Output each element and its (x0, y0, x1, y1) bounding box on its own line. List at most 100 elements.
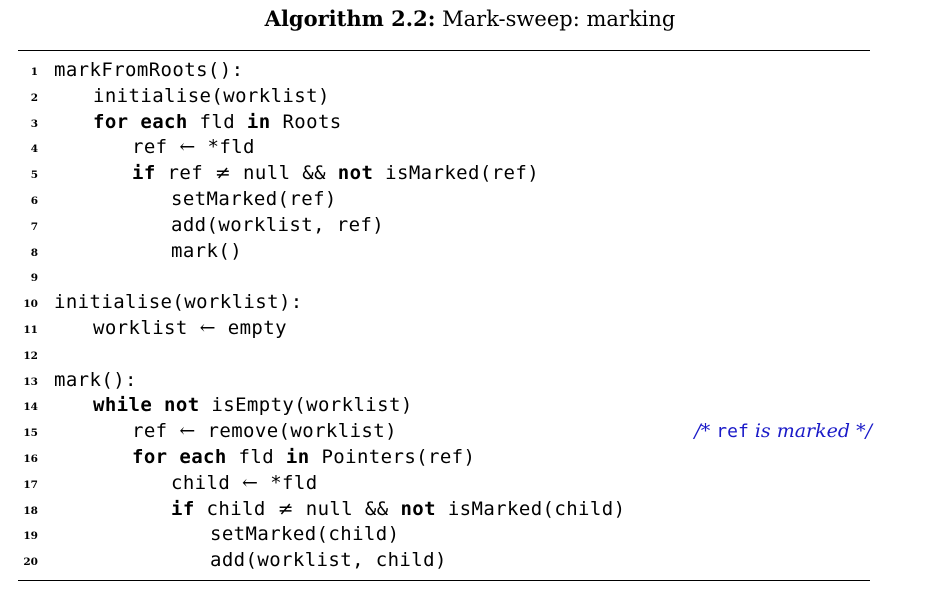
line-number: 9 (30, 272, 38, 285)
code-text: for each fld in Roots (54, 110, 342, 136)
operator: ← (179, 136, 196, 159)
comment-text: is marked (748, 420, 857, 443)
code-text: ref ← remove(worklist) (54, 419, 397, 445)
inline-comment: /* ref is marked */ (694, 419, 872, 445)
line-number: 7 (30, 220, 38, 233)
line-number: 6 (30, 194, 38, 207)
code-line: 7 add(worklist, ref) (0, 213, 940, 239)
keyword: for each (93, 110, 188, 133)
line-number: 18 (23, 504, 38, 517)
line-number: 3 (30, 117, 38, 130)
code-token: empty (215, 316, 287, 339)
code-line: 18 if child ≠ null && not isMarked(child) (0, 497, 940, 523)
caption-label: Algorithm 2.2: (264, 6, 436, 31)
code-line: 19 setMarked(child) (0, 522, 940, 548)
code-text: child ← *fld (54, 471, 318, 497)
code-line: 9 (0, 264, 940, 290)
code-text: setMarked(child) (54, 522, 399, 548)
code-line: 8 mark() (0, 239, 940, 265)
code-token: null && (293, 497, 401, 520)
code-token: remove(worklist) (195, 420, 397, 443)
comment-code: ref (716, 421, 749, 443)
code-token: ref (132, 136, 180, 159)
keyword: not (400, 497, 436, 520)
code-text: ref ← *fld (54, 135, 255, 161)
code-text: for each fld in Pointers(ref) (54, 445, 475, 471)
keyword: in (285, 445, 310, 468)
code-text: if child ≠ null && not isMarked(child) (54, 497, 625, 523)
code-line: 1 markFromRoots(): (0, 58, 940, 84)
line-number: 1 (30, 66, 38, 78)
keyword: for each (132, 445, 227, 468)
code-token: mark(): (54, 368, 137, 391)
code-token: child (194, 497, 278, 520)
code-text: mark(): (54, 368, 137, 394)
code-text: initialise(worklist) (54, 84, 330, 110)
code-token: isEmpty(worklist) (199, 394, 413, 417)
keyword: if (171, 497, 195, 520)
code-text: if ref ≠ null && not isMarked(ref) (54, 161, 539, 187)
code-token: add(worklist, child) (210, 549, 447, 572)
comment-open: /* (694, 420, 717, 443)
code-token: *fld (195, 136, 255, 159)
code-token: mark() (171, 239, 243, 262)
code-line: 20 add(worklist, child) (0, 548, 940, 574)
line-number: 15 (23, 427, 38, 440)
line-number: 14 (23, 401, 38, 414)
line-number: 10 (23, 298, 38, 311)
operator: ← (199, 316, 216, 339)
code-line: 2 initialise(worklist) (0, 84, 940, 110)
code-token: ref (132, 420, 180, 443)
line-number: 11 (23, 323, 38, 336)
top-rule (18, 50, 870, 51)
code-token: add(worklist, ref) (171, 213, 385, 236)
line-number: 2 (30, 91, 38, 104)
comment-close: */ (856, 420, 872, 443)
code-token: initialise(worklist): (54, 291, 303, 314)
code-line: 10 initialise(worklist): (0, 290, 940, 316)
code-token: setMarked(ref) (171, 187, 337, 210)
operator: ← (242, 471, 259, 494)
line-number: 13 (23, 375, 38, 388)
code-line: 4 ref ← *fld (0, 135, 940, 161)
code-token: fld (187, 110, 247, 133)
code-text: worklist ← empty (54, 316, 287, 342)
keyword: not (337, 162, 374, 185)
algorithm-caption: Algorithm 2.2: Mark-sweep: marking (0, 6, 940, 32)
code-token: Pointers(ref) (309, 445, 476, 468)
code-text: setMarked(ref) (54, 187, 337, 213)
code-token: initialise(worklist) (93, 84, 330, 107)
operator: ≠ (277, 497, 294, 520)
code-token: worklist (93, 316, 200, 339)
code-line: 16 for each fld in Pointers(ref) (0, 445, 940, 471)
code-line: 12 (0, 342, 940, 368)
code-text: add(worklist, child) (54, 548, 447, 574)
code-line: 5 if ref ≠ null && not isMarked(ref) (0, 161, 940, 187)
line-number: 8 (30, 246, 38, 259)
bottom-rule (18, 580, 870, 581)
code-text: mark() (54, 239, 242, 265)
line-number: 17 (23, 478, 38, 491)
code-line: 11 worklist ← empty (0, 316, 940, 342)
line-number: 5 (30, 169, 38, 182)
operator: ≠ (214, 162, 232, 185)
caption-title: Mark-sweep: marking (435, 7, 676, 31)
keyword: if (132, 162, 156, 185)
code-line: 3 for each fld in Roots (0, 110, 940, 136)
code-token: *fld (258, 471, 318, 494)
code-token: markFromRoots(): (54, 59, 244, 81)
code-token: null && (231, 162, 338, 185)
code-line: 17 child ← *fld (0, 471, 940, 497)
code-text: add(worklist, ref) (54, 213, 384, 239)
code-text: initialise(worklist): (54, 290, 303, 316)
line-number: 12 (23, 349, 38, 362)
code-line: 14 while not isEmpty(worklist) (0, 393, 940, 419)
algorithm-code-block: 1 markFromRoots(): 2 initialise(worklist) 3 f… (0, 58, 940, 574)
code-token: isMarked(ref) (373, 162, 540, 185)
code-token: child (171, 471, 243, 494)
line-number: 4 (30, 143, 38, 156)
keyword: in (246, 110, 271, 133)
code-token: fld (226, 445, 286, 468)
code-token: Roots (270, 110, 342, 133)
line-number: 16 (23, 452, 38, 465)
